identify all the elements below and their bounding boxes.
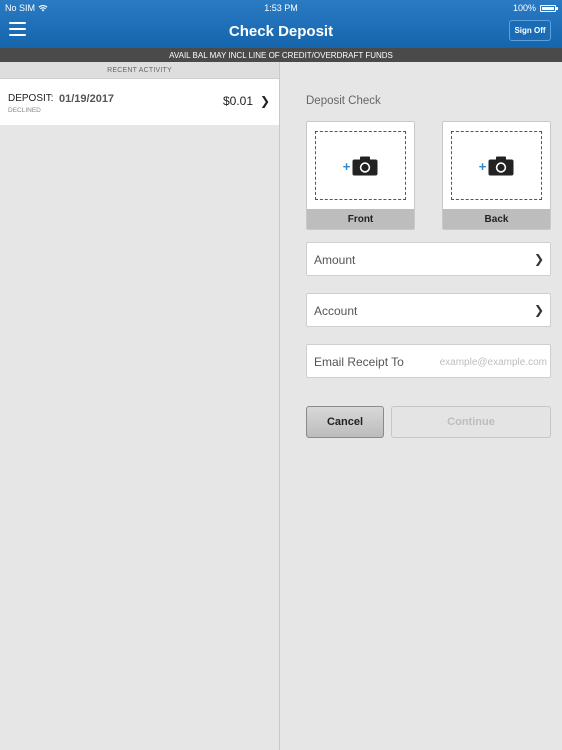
activity-row[interactable]: DEPOSIT: 01/19/2017 DECLINED $0.01 ❯: [0, 79, 279, 125]
back-photo-placeholder: +: [451, 131, 542, 200]
camera-icon: [352, 156, 378, 175]
status-bar: No SIM 1:53 PM 100%: [0, 0, 562, 16]
activity-amount: $0.01: [222, 94, 253, 108]
status-time: 1:53 PM: [264, 3, 298, 13]
activity-date: 01/19/2017: [59, 93, 115, 105]
recent-activity-pane: RECENT ACTIVITY DEPOSIT: 01/19/2017 DECL…: [0, 62, 280, 750]
back-label: Back: [443, 209, 550, 229]
chevron-right-icon: ❯: [533, 303, 544, 317]
balance-notice: AVAIL BAL MAY INCL LINE OF CREDIT/OVERDR…: [0, 48, 562, 62]
sign-off-button[interactable]: Sign Off: [509, 20, 551, 41]
top-bar: No SIM 1:53 PM 100% Check Deposit Sign O…: [0, 0, 562, 48]
camera-icon: [488, 156, 514, 175]
deposit-check-label: Deposit Check: [306, 95, 381, 107]
chevron-right-icon: ❯: [259, 94, 270, 108]
battery-percent: 100%: [512, 3, 536, 13]
activity-type: DEPOSIT:: [8, 93, 54, 104]
front-photo-button[interactable]: + Front: [306, 121, 415, 230]
chevron-right-icon: ❯: [533, 252, 544, 266]
continue-button[interactable]: Continue: [391, 406, 551, 438]
amount-label: Amount: [314, 253, 356, 267]
email-input[interactable]: [417, 354, 547, 370]
plus-icon: +: [478, 158, 487, 174]
recent-activity-header: RECENT ACTIVITY: [0, 62, 279, 79]
back-photo-button[interactable]: + Back: [442, 121, 551, 230]
battery-icon: [540, 4, 558, 12]
account-label: Account: [314, 304, 358, 318]
amount-field[interactable]: Amount ❯: [306, 242, 551, 276]
email-receipt-label: Email Receipt To: [314, 355, 404, 369]
activity-status: DECLINED: [8, 107, 41, 114]
account-field[interactable]: Account ❯: [306, 293, 551, 327]
plus-icon: +: [342, 158, 351, 174]
front-label: Front: [307, 209, 414, 229]
email-receipt-field[interactable]: Email Receipt To: [306, 344, 551, 378]
front-photo-placeholder: +: [315, 131, 406, 200]
page-title: Check Deposit: [228, 23, 334, 40]
deposit-form-pane: Deposit Check + Front + Back Amount ❯ Ac…: [281, 62, 562, 750]
cancel-button[interactable]: Cancel: [306, 406, 384, 438]
